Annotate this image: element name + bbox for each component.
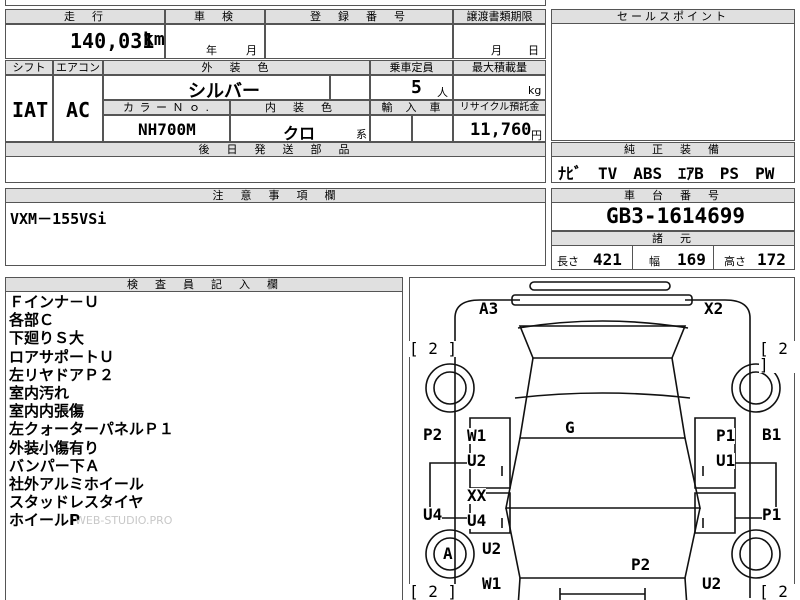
damage-p2-left: P2	[423, 425, 443, 444]
inspector-notes-list: Ｆインナ－Ｕ 各部Ｃ 下廻りＳ大 ロアサポートＵ 左リヤドアＰ２ 室内汚れ 室内…	[9, 293, 174, 530]
length-label: 長さ	[557, 255, 579, 268]
color-no-value: NH700M	[138, 120, 196, 139]
damage-xx: XX	[467, 486, 487, 505]
list-item: Ｆインナ－Ｕ	[9, 293, 100, 311]
later-parts-box	[5, 156, 546, 183]
damage-u4-left: U4	[423, 505, 443, 524]
top-row	[5, 0, 546, 6]
damage-g: G	[565, 418, 575, 437]
width-label: 幅	[649, 255, 660, 268]
damage-u2-right: U2	[702, 574, 722, 593]
damage-b1: B1	[762, 425, 782, 444]
inspection-month: 月	[246, 44, 257, 57]
damage-bracket-right: [ 2 ]	[759, 341, 800, 373]
chassis-value: GB3-1614699	[606, 204, 746, 228]
list-item: バンパー下Ａ	[9, 456, 100, 475]
recycle-value: 11,760	[470, 120, 532, 140]
height-label: 高さ	[724, 255, 746, 268]
list-item: 室内汚れ	[9, 384, 70, 403]
capacity-unit: 人	[437, 86, 448, 99]
aircon-value: AC	[66, 98, 91, 122]
damage-a: A	[443, 544, 453, 563]
list-item: ロアサポートＵ	[9, 347, 115, 366]
damage-u2-front: U2	[467, 451, 487, 470]
damage-bracket-left: [ 2 ]	[409, 339, 458, 358]
max-load-unit: kg	[528, 84, 542, 97]
capacity-value: 5	[411, 77, 422, 98]
sales-point-box	[551, 23, 795, 141]
damage-u1: U1	[716, 451, 736, 470]
shift-value: IAT	[12, 98, 49, 122]
damage-bracket-bottom-right: [ 2 ]	[759, 584, 800, 600]
transfer-month: 月	[491, 44, 502, 57]
inspection-year: 年	[206, 44, 217, 57]
width-value: 169	[677, 250, 706, 269]
damage-u4-rear: U4	[467, 511, 487, 530]
height-value: 172	[757, 250, 786, 269]
damage-bracket-bottom-left: [ 2 ]	[409, 582, 458, 600]
length-value: 421	[593, 250, 622, 269]
equipment-value: ﾅﾋﾞ TV ABS ｴｱB PS PW	[558, 164, 775, 183]
damage-p1-front: P1	[716, 426, 736, 445]
registration-cell	[265, 23, 453, 59]
damage-a3: A3	[479, 299, 499, 318]
transfer-day: 日	[528, 44, 539, 57]
list-item: 各部Ｃ	[9, 311, 55, 330]
notes-value: VXM－155VSi	[10, 210, 107, 228]
damage-p1-right: P1	[762, 505, 782, 524]
list-item: 外装小傷有り	[9, 438, 100, 457]
list-item: 下廻りＳ大	[9, 329, 85, 348]
list-item: 社外アルミホイール	[9, 475, 144, 494]
import-cell-b	[412, 114, 453, 142]
interior-value: クロ	[283, 124, 316, 143]
list-item: 室内内張傷	[9, 402, 85, 421]
damage-u2-rear: U2	[482, 539, 502, 558]
mileage-unit: km	[143, 29, 165, 50]
interior-series: 系	[356, 128, 367, 141]
watermark: WEB-STUDIO.PRO	[75, 514, 173, 527]
damage-x2: X2	[704, 299, 724, 318]
damage-w1-front: W1	[467, 426, 487, 445]
color-extra-cell	[330, 74, 370, 100]
list-item: スタッドレスタイヤ	[9, 493, 144, 512]
import-cell-a	[370, 114, 412, 142]
damage-w1-rear: W1	[482, 574, 502, 593]
mileage-value: 140,031	[70, 29, 155, 53]
list-item: 左リヤドアＰ２	[9, 365, 115, 384]
recycle-unit: 円	[531, 129, 542, 142]
list-item: 左クォーターパネルＰ１	[9, 420, 174, 439]
damage-p2-rear: P2	[631, 555, 651, 574]
